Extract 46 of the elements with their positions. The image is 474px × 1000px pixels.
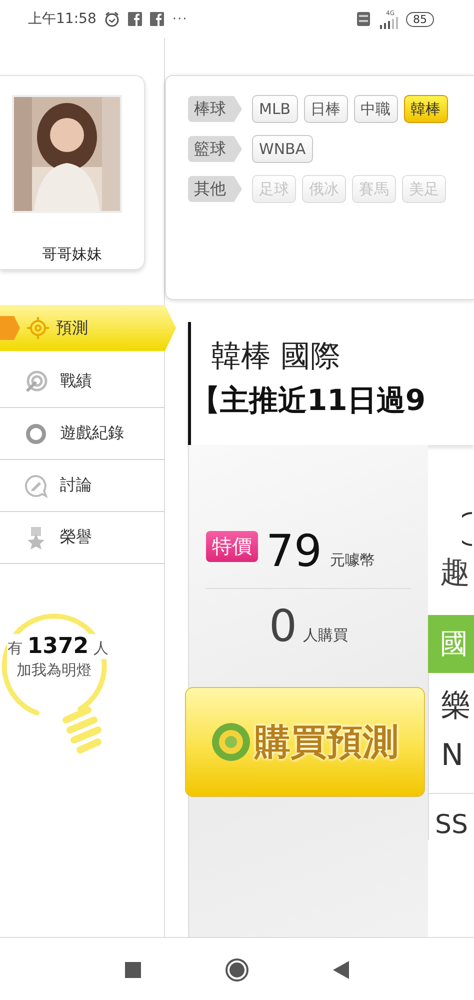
facebook-icon <box>128 12 142 26</box>
price-badge: 特價 <box>206 531 258 562</box>
ring-icon <box>24 422 48 446</box>
section-header: 國 <box>428 615 474 673</box>
buyer-label: 人購買 <box>303 626 348 645</box>
buyer-count: 0 <box>269 605 297 649</box>
hexagon-icon <box>0 316 20 340</box>
nav-item[interactable]: 榮譽 <box>0 512 165 564</box>
side-text: 趣 <box>440 554 470 592</box>
filter-chip[interactable]: WNBA <box>252 135 313 163</box>
nav-item[interactable]: 戰績 <box>0 356 165 408</box>
follower-caption: 加我為明燈 <box>16 661 92 680</box>
nav-item[interactable]: 遊戲紀錄 <box>0 408 165 460</box>
team-name: N <box>440 738 464 773</box>
filter-chip[interactable]: 中職 <box>354 95 398 123</box>
filter-chip[interactable]: MLB <box>252 95 298 123</box>
nav-item[interactable]: 預測 <box>0 305 176 351</box>
prediction-title: 韓棒 國際 <box>210 338 342 376</box>
dartboard-icon <box>24 370 48 394</box>
filter-chip[interactable]: 韓棒 <box>404 95 448 123</box>
prediction-headline: 【主推近11日過9 <box>191 382 427 419</box>
follower-count: 有 1372 人 <box>6 634 110 659</box>
recents-icon[interactable] <box>125 962 141 978</box>
home-icon[interactable] <box>225 958 249 982</box>
more-notifications: ··· <box>172 12 188 26</box>
volte-icon <box>357 12 370 26</box>
target-icon <box>26 316 50 340</box>
team-name: SS <box>429 793 474 840</box>
price-value: 79 <box>266 530 322 574</box>
profile-name: 哥哥妹妹 <box>42 245 102 264</box>
signal-icon <box>378 16 398 28</box>
clock-time: 上午11:58 <box>28 10 96 28</box>
category-label: 其他 <box>188 176 242 202</box>
category-label: 籃球 <box>188 136 242 162</box>
price-unit: 元噱幣 <box>330 551 375 570</box>
battery-level: 85 <box>406 12 434 26</box>
filter-chip[interactable]: 日棒 <box>304 95 348 123</box>
nav-item[interactable]: 討論 <box>0 460 165 512</box>
alarm-icon <box>104 11 120 27</box>
comment-icon <box>24 474 48 498</box>
category-label: 棒球 <box>188 96 242 122</box>
medal-icon <box>210 722 250 762</box>
facebook-icon <box>150 12 164 26</box>
ring-icon <box>462 512 472 546</box>
team-name: 樂 <box>440 687 472 725</box>
back-icon[interactable] <box>333 960 349 978</box>
